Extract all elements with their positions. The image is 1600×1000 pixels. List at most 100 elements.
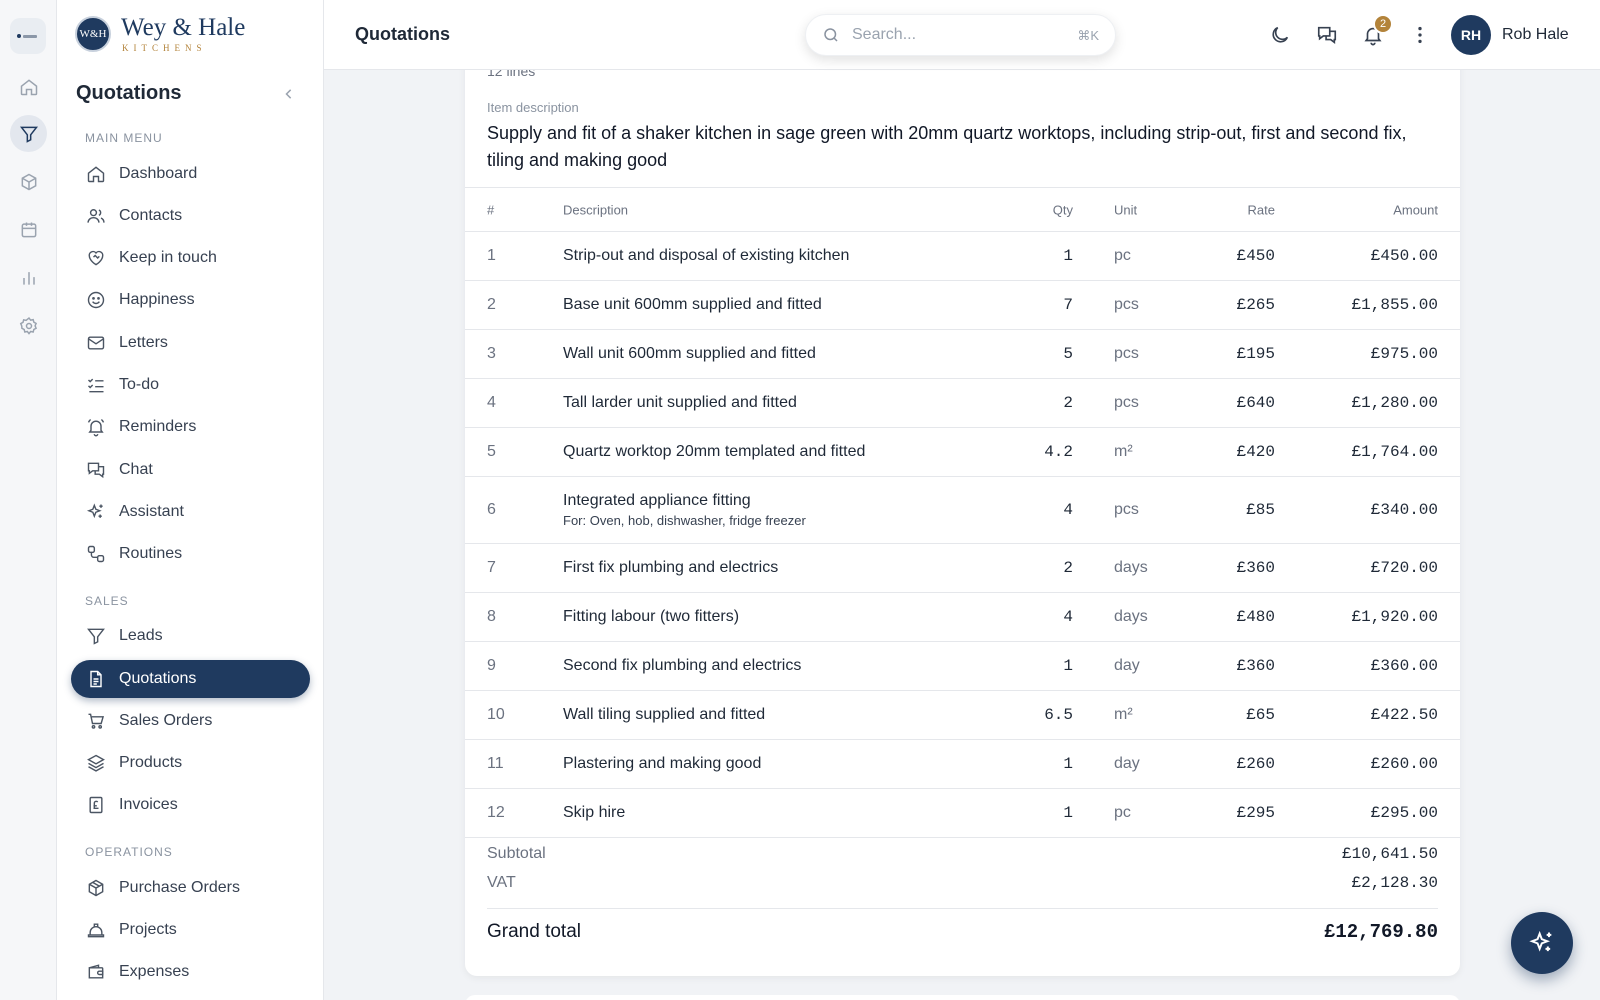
funnel-icon[interactable] bbox=[10, 115, 47, 152]
table-row[interactable]: 7 First fix plumbing and electrics 2 days £3… bbox=[465, 544, 1460, 593]
funnel-icon bbox=[87, 628, 105, 645]
line-rate: £360 bbox=[1236, 657, 1275, 675]
line-description-text: Strip-out and disposal of existing kitch… bbox=[563, 247, 850, 264]
sidebar-item-invoices[interactable]: Invoices bbox=[71, 786, 310, 824]
messages-icon[interactable] bbox=[1316, 24, 1338, 46]
search-box[interactable]: ⌘K bbox=[805, 14, 1116, 56]
table-row[interactable]: 5 Quartz worktop 20mm templated and fitte… bbox=[465, 428, 1460, 477]
line-description: Second fix plumbing and electrics bbox=[563, 657, 801, 675]
totals: Subtotal £10,641.50 VAT £2,128.30 bbox=[487, 845, 1438, 903]
sidebar-item-chat[interactable]: Chat bbox=[71, 451, 310, 489]
table-row[interactable]: 8 Fitting labour (two fitters) 4 days £480 £1… bbox=[465, 593, 1460, 642]
line-number: 11 bbox=[487, 755, 504, 772]
table-row[interactable]: 6 Integrated appliance fitting For: Oven, … bbox=[465, 477, 1460, 544]
sidebar-item-quotations[interactable]: Quotations bbox=[71, 660, 310, 698]
line-unit: days bbox=[1114, 559, 1148, 576]
sidebar-item-label: Products bbox=[119, 754, 183, 771]
line-description: Skip hire bbox=[563, 804, 625, 822]
grand-total-row: Grand total £12,769.80 bbox=[487, 908, 1438, 958]
line-description-text: First fix plumbing and electrics bbox=[563, 559, 779, 576]
avatar[interactable]: RH bbox=[1451, 15, 1491, 55]
calendar-icon[interactable] bbox=[10, 211, 47, 248]
sidebar-item-dashboard[interactable]: Dashboard bbox=[71, 155, 310, 193]
sidebar-item-keep-in-touch[interactable]: Keep in touch bbox=[71, 239, 310, 277]
sidebar-item-to-do[interactable]: To-do bbox=[71, 366, 310, 404]
sidebar-item-expenses[interactable]: Expenses bbox=[71, 953, 310, 991]
brand[interactable]: W&H Wey & Hale KITCHENS bbox=[75, 15, 245, 53]
line-amount: £720.00 bbox=[1370, 559, 1438, 577]
item-description-label: Item description bbox=[487, 100, 579, 115]
icon-rail bbox=[0, 0, 57, 1000]
bar-chart-icon[interactable] bbox=[10, 259, 47, 296]
line-amount: £1,855.00 bbox=[1351, 296, 1438, 314]
table-row[interactable]: 3 Wall unit 600mm supplied and fitted 5 pcs… bbox=[465, 330, 1460, 379]
line-number: 6 bbox=[487, 501, 496, 518]
table-row[interactable]: 11 Plastering and making good 1 day £260 £260… bbox=[465, 740, 1460, 789]
bell-ring-icon bbox=[87, 418, 105, 437]
more-vertical-icon[interactable] bbox=[1409, 24, 1431, 46]
line-qty: 2 bbox=[1063, 559, 1073, 577]
line-qty: 1 bbox=[1063, 247, 1073, 265]
vat-value: £2,128.30 bbox=[1351, 874, 1438, 892]
sidebar-item-assistant[interactable]: Assistant bbox=[71, 493, 310, 531]
sidebar-item-products[interactable]: Products bbox=[71, 744, 310, 782]
sidebar-item-leads[interactable]: Leads bbox=[71, 617, 310, 655]
brand-subtitle: KITCHENS bbox=[122, 43, 207, 53]
package-icon[interactable] bbox=[10, 163, 47, 200]
line-description-text: Tall larder unit supplied and fitted bbox=[563, 394, 797, 411]
table-row[interactable]: 12 Skip hire 1 pc £295 £295.00 bbox=[465, 789, 1460, 838]
line-amount: £340.00 bbox=[1370, 501, 1438, 519]
sidebar-item-purchase-orders[interactable]: Purchase Orders bbox=[71, 869, 310, 907]
line-number: 12 bbox=[487, 804, 505, 821]
line-description: Tall larder unit supplied and fitted bbox=[563, 394, 797, 412]
line-qty: 4 bbox=[1063, 608, 1073, 626]
sidebar-item-projects[interactable]: Projects bbox=[71, 911, 310, 949]
table-row[interactable]: 9 Second fix plumbing and electrics 1 day £3… bbox=[465, 642, 1460, 691]
sidebar-item-sales-orders[interactable]: Sales Orders bbox=[71, 702, 310, 740]
sidebar-item-routines[interactable]: Routines bbox=[71, 535, 310, 573]
search-input[interactable] bbox=[852, 26, 1062, 44]
assistant-fab[interactable] bbox=[1511, 912, 1573, 974]
line-amount: £260.00 bbox=[1370, 755, 1438, 773]
table-row[interactable]: 10 Wall tiling supplied and fitted 6.5 m² £6… bbox=[465, 691, 1460, 740]
sidebar-item-happiness[interactable]: Happiness bbox=[71, 281, 310, 319]
user-name[interactable]: Rob Hale bbox=[1502, 26, 1569, 44]
sidebar-item-label: To-do bbox=[119, 376, 160, 393]
line-description: Wall tiling supplied and fitted bbox=[563, 706, 765, 724]
settings-icon[interactable] bbox=[10, 307, 47, 344]
column-qty: Qty bbox=[1052, 202, 1073, 217]
sidebar-item-contacts[interactable]: Contacts bbox=[71, 197, 310, 235]
sidebar-item-label: Reminders bbox=[119, 418, 197, 435]
line-description-text: Fitting labour (two fitters) bbox=[563, 608, 740, 625]
next-card bbox=[465, 995, 1460, 1000]
table-header: # Description Qty Unit Rate Amount bbox=[465, 187, 1460, 232]
line-amount: £422.50 bbox=[1370, 706, 1438, 724]
wallet-icon bbox=[88, 964, 104, 979]
sidebar-item-letters[interactable]: Letters bbox=[71, 324, 310, 362]
moon-icon[interactable] bbox=[1269, 24, 1291, 46]
sidebar-item-reminders[interactable]: Reminders bbox=[71, 408, 310, 446]
layers-icon bbox=[87, 754, 105, 772]
line-qty: 5 bbox=[1063, 345, 1073, 363]
line-description-text: Integrated appliance fitting bbox=[563, 492, 751, 509]
collapse-sidebar-icon[interactable] bbox=[279, 84, 299, 104]
sidebar-item-label: Keep in touch bbox=[119, 249, 217, 266]
table-row[interactable]: 2 Base unit 600mm supplied and fitted 7 pcs… bbox=[465, 281, 1460, 330]
table-row[interactable]: 4 Tall larder unit supplied and fitted 2 pc… bbox=[465, 379, 1460, 428]
chat-icon bbox=[87, 462, 105, 479]
line-description: First fix plumbing and electrics bbox=[563, 559, 778, 577]
line-number: 4 bbox=[487, 394, 496, 411]
line-number: 9 bbox=[487, 657, 496, 674]
line-description: Fitting labour (two fitters) bbox=[563, 608, 739, 626]
line-qty: 1 bbox=[1063, 804, 1073, 822]
sidebar-item-label: Quotations bbox=[119, 670, 197, 687]
line-description-text: Plastering and making good bbox=[563, 755, 762, 772]
line-unit: pcs bbox=[1114, 345, 1139, 362]
section-operations: OPERATIONS bbox=[85, 845, 173, 859]
line-unit: day bbox=[1114, 755, 1140, 772]
workspace-logo[interactable] bbox=[10, 18, 46, 54]
table-row[interactable]: 1 Strip-out and disposal of existing kitc… bbox=[465, 232, 1460, 281]
home-icon[interactable] bbox=[10, 68, 47, 105]
line-description-text: Second fix plumbing and electrics bbox=[563, 657, 802, 674]
line-rate: £360 bbox=[1236, 559, 1275, 577]
